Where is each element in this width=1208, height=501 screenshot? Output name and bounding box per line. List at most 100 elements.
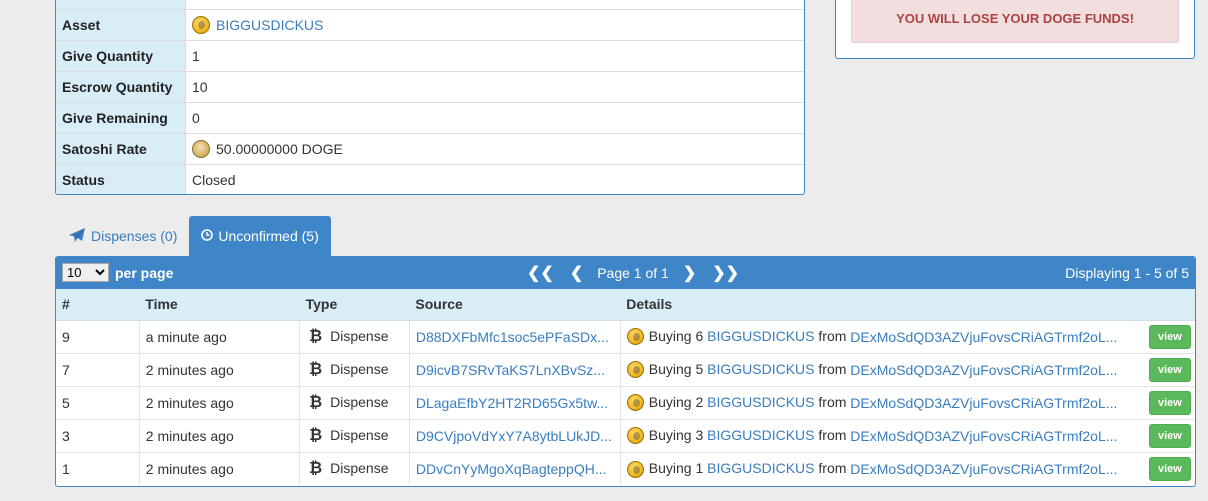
row-time: 2 minutes ago [138, 418, 300, 452]
col-header-time[interactable]: Time [139, 289, 300, 321]
col-header-type[interactable]: Type [299, 289, 410, 321]
tab-dispenses[interactable]: Dispenses (0) [56, 216, 189, 256]
asset-coin-icon [192, 16, 210, 34]
tab-unconfirmed[interactable]: Unconfirmed (5) [189, 216, 331, 256]
details-value: 10 [192, 79, 208, 95]
asset-link[interactable]: BIGGUSDICKUS [707, 460, 814, 476]
asset-coin-icon [626, 361, 644, 379]
doge-coin-icon [192, 140, 210, 158]
per-page-select[interactable]: 10 [62, 263, 109, 282]
from-text: from [818, 393, 847, 410]
asset-link[interactable]: BIGGUSDICKUS [216, 17, 323, 33]
details-label: Give Remaining [56, 103, 186, 133]
row-source: D88DXFbMfc1soc5ePFaSDx... [408, 319, 621, 353]
table-row: 9 a minute ago ₿ Dispense D88DXFbMfc1soc5… [56, 319, 1195, 353]
view-button[interactable]: view [1149, 456, 1191, 481]
details-value: Closed [192, 172, 236, 188]
row-num: 9 [56, 319, 140, 353]
unconfirmed-panel: 10 per page ❮❮ ❮ Page 1 of 1 ❯ ❯❯ Displa… [55, 256, 1196, 487]
details-value: 1 [192, 48, 200, 64]
displaying-count: Displaying 1 - 5 of 5 [1065, 265, 1189, 281]
doge-loss-warning: YOU WILL LOSE YOUR DOGE FUNDS! [851, 0, 1179, 43]
row-type: ₿ Dispense [299, 418, 410, 452]
details-label: Status [56, 165, 186, 194]
table-row: 7 2 minutes ago ₿ Dispense D9icvB7SRvTaKS… [56, 352, 1195, 386]
buyer-address-link[interactable]: DExMoSdQD3AZVjuFovsCRiAGTrmf2oL... [850, 329, 1117, 345]
warning-panel: YOU WILL LOSE YOUR DOGE FUNDS! [835, 0, 1195, 59]
last-page-icon[interactable]: ❯❯ [704, 263, 747, 283]
details-row-asset: Asset BIGGUSDICKUS [56, 9, 804, 40]
row-time: 2 minutes ago [138, 451, 300, 485]
bitcoin-icon: ₿ [309, 360, 323, 378]
buying-text: Buying 5 [648, 360, 704, 377]
clock-icon [201, 228, 214, 244]
asset-coin-icon [626, 460, 644, 478]
details-value: 0 [192, 110, 200, 126]
from-text: from [818, 426, 847, 443]
view-button[interactable]: view [1149, 324, 1191, 349]
buying-text: Buying 2 [648, 393, 704, 410]
buyer-address-link[interactable]: DExMoSdQD3AZVjuFovsCRiAGTrmf2oL... [850, 395, 1117, 411]
from-text: from [818, 459, 847, 476]
row-details: Buying 6 BIGGUSDICKUS from DExMoSdQD3AZV… [619, 319, 1143, 353]
row-actions: view [1143, 352, 1195, 386]
row-actions: view [1143, 418, 1195, 452]
row-details: Buying 2 BIGGUSDICKUS from DExMoSdQD3AZV… [619, 385, 1143, 419]
source-address-link[interactable]: DLagaEfbY2HT2RD65Gx5tw... [416, 395, 608, 411]
row-time: 2 minutes ago [138, 385, 300, 419]
page-indicator: Page 1 of 1 [597, 265, 669, 281]
details-label: Asset [56, 10, 186, 40]
pager: ❮❮ ❮ Page 1 of 1 ❯ ❯❯ [519, 257, 747, 289]
details-label: Give Quantity [56, 41, 186, 71]
row-details: Buying 3 BIGGUSDICKUS from DExMoSdQD3AZV… [619, 418, 1143, 452]
row-num: 3 [56, 418, 140, 452]
paper-plane-icon [68, 227, 86, 246]
tabs-bar: Dispenses (0) Unconfirmed (5) [56, 216, 331, 256]
prev-page-icon[interactable]: ❮ [562, 263, 591, 283]
buying-text: Buying 1 [648, 459, 704, 476]
asset-link[interactable]: BIGGUSDICKUS [707, 361, 814, 377]
col-header-details[interactable]: Details [620, 289, 1143, 321]
row-type-label: Dispense [330, 459, 389, 476]
details-row-top-partial [56, 0, 804, 9]
row-time: 2 minutes ago [138, 352, 300, 386]
row-actions: view [1143, 319, 1195, 353]
next-page-icon[interactable]: ❯ [675, 263, 704, 283]
row-type-label: Dispense [330, 360, 389, 377]
asset-link[interactable]: BIGGUSDICKUS [707, 394, 814, 410]
dispenser-details-table: Asset BIGGUSDICKUS Give Quantity 1 Escro… [55, 0, 805, 195]
details-row-give-remaining: Give Remaining 0 [56, 102, 804, 133]
source-address-link[interactable]: D9icvB7SRvTaKS7LnXBvSz... [416, 362, 605, 378]
details-label-partial [56, 0, 186, 9]
bitcoin-icon: ₿ [309, 393, 323, 411]
view-button[interactable]: view [1149, 423, 1191, 448]
asset-link[interactable]: BIGGUSDICKUS [707, 328, 814, 344]
details-value-partial [186, 0, 804, 9]
buyer-address-link[interactable]: DExMoSdQD3AZVjuFovsCRiAGTrmf2oL... [850, 428, 1117, 444]
col-header-source[interactable]: Source [409, 289, 621, 321]
view-button[interactable]: view [1149, 390, 1191, 415]
tab-unconfirmed-label: Unconfirmed (5) [218, 228, 319, 244]
row-type-label: Dispense [330, 426, 389, 443]
first-page-icon[interactable]: ❮❮ [519, 263, 562, 283]
asset-coin-icon [626, 394, 644, 412]
col-header-num[interactable]: # [56, 289, 140, 321]
row-details: Buying 1 BIGGUSDICKUS from DExMoSdQD3AZV… [619, 451, 1143, 485]
buyer-address-link[interactable]: DExMoSdQD3AZVjuFovsCRiAGTrmf2oL... [850, 362, 1117, 378]
row-actions: view [1143, 451, 1195, 485]
buyer-address-link[interactable]: DExMoSdQD3AZVjuFovsCRiAGTrmf2oL... [850, 461, 1117, 477]
row-type: ₿ Dispense [299, 385, 410, 419]
source-address-link[interactable]: D9CVjpoVdYxY7A8ytbLUkJD... [416, 428, 612, 444]
source-address-link[interactable]: D88DXFbMfc1soc5ePFaSDx... [416, 329, 609, 345]
bitcoin-icon: ₿ [309, 459, 323, 477]
satoshi-rate-value: 50.00000000 DOGE [216, 141, 343, 157]
source-address-link[interactable]: DDvCnYyMgoXqBagteppQH... [416, 461, 607, 477]
table-row: 5 2 minutes ago ₿ Dispense DLagaEfbY2HT2R… [56, 385, 1195, 419]
view-button[interactable]: view [1149, 357, 1191, 382]
asset-link[interactable]: BIGGUSDICKUS [707, 427, 814, 443]
row-source: DDvCnYyMgoXqBagteppQH... [408, 451, 621, 485]
buying-text: Buying 6 [648, 327, 704, 344]
col-header-actions [1143, 289, 1195, 321]
row-num: 7 [56, 352, 140, 386]
row-num: 1 [56, 451, 140, 485]
